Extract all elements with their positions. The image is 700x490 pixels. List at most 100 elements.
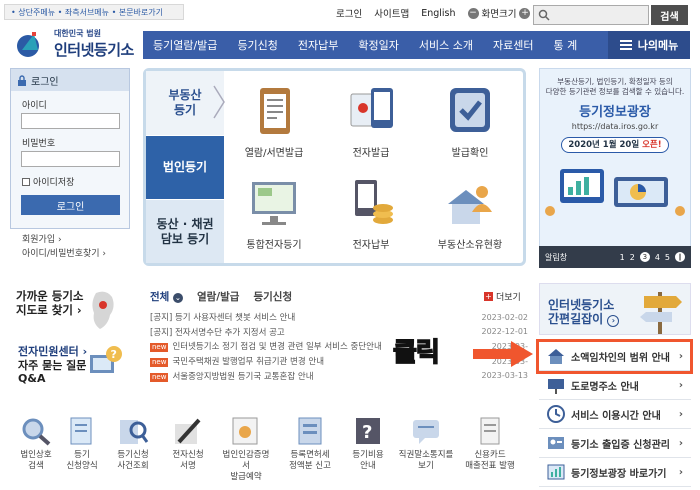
- notice-tab-all[interactable]: 전체 ⌄: [150, 289, 183, 304]
- tile-label: 열람/서면발급: [244, 148, 304, 159]
- notice-tab-view-issue[interactable]: 열람/발급: [197, 289, 239, 304]
- banner-page-3[interactable]: 3: [639, 252, 650, 262]
- e-signature-link[interactable]: 전자신청 서명: [168, 416, 208, 472]
- nav-item-payment[interactable]: 전자납부: [288, 37, 348, 53]
- quick-item-service-hours[interactable]: 서비스 이용시간 안내 ›: [539, 400, 691, 429]
- quick-guide-header: 인터넷등기소 간편길잡이 ›: [539, 283, 691, 335]
- document-icon: [246, 86, 302, 138]
- user-card-icon: [547, 434, 565, 452]
- house-person-icon: [442, 178, 498, 230]
- banner-page-1[interactable]: 1: [620, 253, 625, 262]
- tile-ownership-status[interactable]: 부동산소유현황: [422, 178, 518, 251]
- quick-item-access-pass[interactable]: 등기소 출입증 신청관리 ›: [539, 429, 691, 458]
- sitemap-link[interactable]: 사이트맵: [374, 6, 409, 20]
- tile-e-issue[interactable]: 전자발급: [323, 86, 419, 159]
- find-registry-link[interactable]: 가까운 등기소 지도로 찾기 ›: [16, 289, 83, 317]
- id-label: 아이디: [22, 101, 47, 111]
- arrow-right-icon: [473, 341, 533, 367]
- tile-integrated-e-registry[interactable]: 통합전자등기: [226, 178, 322, 251]
- my-menu-label: 나의메뉴: [637, 39, 679, 52]
- check-icon: [442, 86, 498, 138]
- skip-links[interactable]: • 상단주메뉴 • 좌측서브메뉴 • 본문바로가기: [4, 4, 184, 20]
- quick-item-road-address[interactable]: 도로명주소 안내 ›: [539, 371, 691, 400]
- plus-icon: +: [484, 292, 493, 301]
- chart-icon: [547, 463, 565, 481]
- nav-item-fixed-date[interactable]: 확정일자: [348, 37, 408, 53]
- my-menu-button[interactable]: 나의메뉴: [608, 31, 690, 59]
- data-plaza-banner[interactable]: 부동산등기, 법인등기, 확정일자 등의 다양한 등기관련 정보를 검색할 수 있…: [539, 68, 691, 268]
- banner-page-4[interactable]: 4: [655, 253, 660, 262]
- receipt-icon: [473, 416, 507, 446]
- cancellation-notice-link[interactable]: 직권말소통지를 보기: [394, 416, 458, 472]
- english-link[interactable]: English: [421, 8, 455, 19]
- lock-icon: [18, 74, 26, 86]
- banner-line2: 다양한 등기관련 정보를 검색할 수 있습니다.: [545, 87, 685, 96]
- list-item[interactable]: [공지] 전자서명수단 추가 지정서 공고 2022-12-01: [150, 325, 528, 340]
- tile-e-payment[interactable]: 전자납부: [323, 178, 419, 251]
- zoom-in-icon[interactable]: +: [519, 7, 531, 19]
- search-input[interactable]: [533, 5, 649, 25]
- banner-url: https://data.iros.go.kr: [571, 122, 659, 131]
- highlight-box: [536, 339, 693, 374]
- login-button[interactable]: 로그인: [21, 195, 120, 215]
- quick-guide-title-line1: 인터넷등기소: [548, 298, 615, 312]
- civil-center-link[interactable]: 전자민원센터 ›: [18, 343, 87, 359]
- new-badge: new: [150, 372, 169, 382]
- tile-verify[interactable]: 발급확인: [422, 86, 518, 159]
- tab-movable-assets[interactable]: 동산 · 채권 담보 등기: [146, 199, 224, 263]
- id-input[interactable]: [21, 113, 120, 129]
- monitor-icon: [246, 178, 302, 230]
- find-account-link[interactable]: 아이디/비밀번호찾기 ›: [22, 247, 106, 261]
- quick-item-data-plaza[interactable]: 등기정보광장 바로가기 ›: [539, 458, 691, 487]
- list-item[interactable]: new 국민주택채권 발행업무 취급기관 변경 안내 2023-03-: [150, 354, 528, 369]
- case-inquiry-link[interactable]: 등기신청 사건조회: [113, 416, 153, 472]
- new-badge: new: [150, 358, 169, 368]
- tile-label: 전자발급: [352, 148, 390, 159]
- site-logo[interactable]: 대한민국 법원 인터넷등기소: [14, 28, 134, 60]
- zoom-out-icon[interactable]: −: [467, 7, 479, 19]
- quick-guide-title-line2: 간편길잡이: [548, 312, 604, 326]
- seal-certificate-link[interactable]: 법인인감증명서 발급예약: [220, 416, 272, 483]
- zoom-control: − 화면크기 +: [467, 6, 531, 20]
- list-item[interactable]: [공지] 등기 사용자센터 챗봇 서비스 안내 2023-02-02: [150, 310, 528, 325]
- corp-name-search-link[interactable]: 법인상호 검색: [16, 416, 56, 472]
- form-icon: [65, 416, 99, 446]
- nav-item-stats[interactable]: 통 계: [543, 37, 587, 53]
- list-item[interactable]: new 서울중앙지방법원 등기국 교통혼잡 안내 2023-03-13: [150, 368, 528, 383]
- card-receipt-link[interactable]: 신용카드 매출전표 발행: [460, 416, 520, 472]
- tile-view-issue[interactable]: 열람/서면발급: [226, 86, 322, 159]
- list-item[interactable]: new 인터넷등기소 정기 점검 및 변경 관련 일부 서비스 중단안내 2023-…: [150, 339, 528, 354]
- banner-page-5[interactable]: 5: [665, 253, 670, 262]
- payment-coins-icon: [343, 178, 399, 230]
- faq-link[interactable]: 자주 묻는 질문 Q&A: [18, 359, 86, 385]
- notice-tab-apply[interactable]: 등기신청: [253, 289, 292, 304]
- registry-forms-link[interactable]: 등기 신청양식: [62, 416, 102, 472]
- banner-pager-label: 알림창: [545, 252, 568, 262]
- pause-icon[interactable]: ∥: [675, 252, 685, 262]
- logo-subtitle: 대한민국 법원: [54, 29, 101, 38]
- join-link[interactable]: 회원가입 ›: [22, 233, 106, 247]
- banner-pager: 알림창 1 2 3 4 5 ∥: [539, 246, 691, 268]
- banner-illustration: [545, 169, 685, 216]
- more-link[interactable]: + 더보기: [484, 290, 521, 303]
- password-input[interactable]: [21, 151, 120, 167]
- login-link[interactable]: 로그인: [336, 6, 362, 20]
- registry-cost-link[interactable]: ? 등기비용 안내: [348, 416, 388, 472]
- save-id-checkbox[interactable]: 아이디저장: [22, 175, 129, 188]
- nav-item-apply[interactable]: 등기신청: [227, 37, 287, 53]
- tab-corporate[interactable]: 법인등기: [146, 135, 224, 199]
- login-box: 로그인 아이디 비밀번호 아이디저장 로그인: [10, 68, 130, 229]
- case-search-icon: [116, 416, 150, 446]
- nav-item-service[interactable]: 서비스 소개: [409, 37, 483, 53]
- tablet-certificate-icon: [343, 86, 399, 138]
- svg-text:?: ?: [362, 422, 372, 443]
- nav-item-resources[interactable]: 자료센터: [483, 37, 543, 53]
- banner-page-2[interactable]: 2: [630, 253, 635, 262]
- nav-item-view-issue[interactable]: 등기열람/발급: [143, 37, 227, 53]
- question-doc-icon: ?: [351, 416, 385, 446]
- clock-icon: [547, 405, 565, 423]
- search-button[interactable]: 검색: [651, 5, 688, 25]
- certificate-icon: [229, 416, 263, 446]
- tile-label: 부동산소유현황: [437, 240, 503, 251]
- license-tax-link[interactable]: 등록면허세 정액분 신고: [286, 416, 334, 472]
